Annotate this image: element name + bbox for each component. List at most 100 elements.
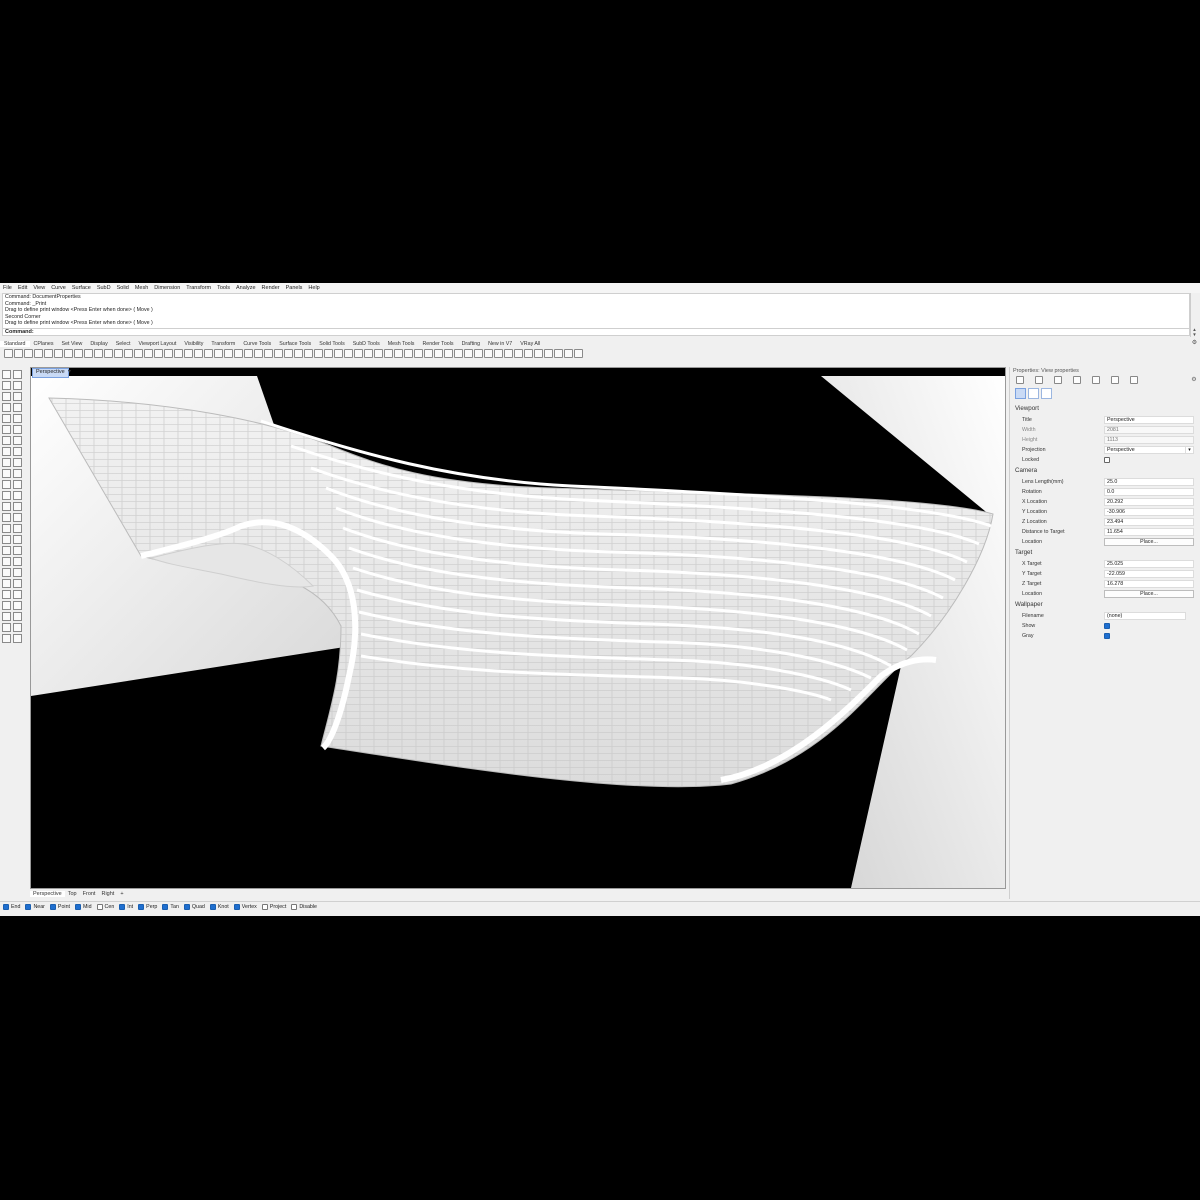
tab-standard[interactable]: Standard <box>0 340 30 347</box>
toolbar-tool-icon[interactable] <box>334 349 343 358</box>
toolbar-tool-icon[interactable] <box>4 349 13 358</box>
osnap-checkbox[interactable] <box>209 904 216 910</box>
osnap-disable[interactable]: Disable <box>291 904 317 910</box>
viewport-menu-icon[interactable]: ▾ <box>66 368 73 376</box>
tab-vray-all[interactable]: VRay All <box>516 341 544 347</box>
ztarget-field[interactable]: 16.278 <box>1104 579 1194 588</box>
left-tool-icon[interactable] <box>13 480 22 489</box>
toolbar-tool-icon[interactable] <box>184 349 193 358</box>
toolbar-tool-icon[interactable] <box>14 349 23 358</box>
menu-panels[interactable]: Panels <box>283 285 306 291</box>
zloc-field[interactable]: 23.494 <box>1104 517 1194 526</box>
toolbar-tool-icon[interactable] <box>124 349 133 358</box>
toolbar-tool-icon[interactable] <box>514 349 523 358</box>
toolbar-tool-icon[interactable] <box>554 349 563 358</box>
toolbar-tool-icon[interactable] <box>544 349 553 358</box>
toolbar-tool-icon[interactable] <box>274 349 283 358</box>
rendering-icon[interactable] <box>1111 376 1119 384</box>
tab-display[interactable]: Display <box>86 341 111 347</box>
toolbar-tool-icon[interactable] <box>104 349 113 358</box>
toolbar-tool-icon[interactable] <box>24 349 33 358</box>
menu-help[interactable]: Help <box>305 285 322 291</box>
toolbar-tool-icon[interactable] <box>364 349 373 358</box>
tab-transform[interactable]: Transform <box>207 341 239 347</box>
osnap-perp[interactable]: Perp <box>138 904 157 910</box>
left-tool-icon[interactable] <box>13 414 22 423</box>
toolbar-tool-icon[interactable] <box>354 349 363 358</box>
left-tool-icon[interactable] <box>2 634 11 643</box>
toolbar-tool-icon[interactable] <box>264 349 273 358</box>
menu-file[interactable]: File <box>0 285 15 291</box>
left-tool-icon[interactable] <box>13 491 22 500</box>
viewport-title-tab[interactable]: Perspective <box>32 368 69 378</box>
left-tool-icon[interactable] <box>2 623 11 632</box>
scroll-down-icon[interactable]: ▼ <box>1192 332 1197 337</box>
left-tool-icon[interactable] <box>2 469 11 478</box>
toolbar-tool-icon[interactable] <box>284 349 293 358</box>
toolbar-tool-icon[interactable] <box>54 349 63 358</box>
left-tool-icon[interactable] <box>2 447 11 456</box>
toolbar-tool-icon[interactable] <box>44 349 53 358</box>
tab-visibility[interactable]: Visibility <box>180 341 207 347</box>
perspective-viewport[interactable]: Perspective ▾ <box>30 367 1006 889</box>
properties-icon[interactable] <box>1016 376 1024 384</box>
menu-dimension[interactable]: Dimension <box>151 285 183 291</box>
toolbar-tool-icon[interactable] <box>204 349 213 358</box>
toolbar-tool-icon[interactable] <box>84 349 93 358</box>
panel-menu-icon[interactable]: ⚙ <box>1191 376 1197 384</box>
command-prompt[interactable]: Command: <box>2 328 1190 336</box>
osnap-tan[interactable]: Tan <box>162 904 179 910</box>
tab-cplanes[interactable]: CPlanes <box>30 341 58 347</box>
chevron-down-icon[interactable]: ▾ <box>1185 446 1193 453</box>
xloc-field[interactable]: 20.292 <box>1104 497 1194 506</box>
osnap-point[interactable]: Point <box>49 904 70 910</box>
menu-mesh[interactable]: Mesh <box>132 285 151 291</box>
toolbar-tool-icon[interactable] <box>464 349 473 358</box>
left-tool-icon[interactable] <box>2 414 11 423</box>
menu-render[interactable]: Render <box>259 285 283 291</box>
named-view-icon[interactable] <box>1028 388 1039 399</box>
title-field[interactable]: Perspective <box>1104 415 1194 424</box>
toolbar-tool-icon[interactable] <box>214 349 223 358</box>
viewport-tab-front[interactable]: Front <box>80 891 99 897</box>
toolbar-tool-icon[interactable] <box>384 349 393 358</box>
toolbar-tool-icon[interactable] <box>174 349 183 358</box>
left-tool-icon[interactable] <box>13 502 22 511</box>
filename-field[interactable]: (none)... <box>1104 611 1186 620</box>
left-tool-icon[interactable] <box>13 436 22 445</box>
left-tool-icon[interactable] <box>2 546 11 555</box>
toolbar-tool-icon[interactable] <box>424 349 433 358</box>
osnap-checkbox[interactable] <box>3 904 9 910</box>
toolbar-tool-icon[interactable] <box>144 349 153 358</box>
osnap-end[interactable]: End <box>3 904 20 910</box>
toolbar-tool-icon[interactable] <box>164 349 173 358</box>
left-tool-icon[interactable] <box>13 381 22 390</box>
osnap-checkbox[interactable] <box>25 904 32 910</box>
osnap-quad[interactable]: Quad <box>183 904 205 910</box>
left-tool-icon[interactable] <box>13 513 22 522</box>
command-scrollbar[interactable]: ▲ ▼ <box>1190 293 1198 337</box>
display-icon[interactable] <box>1054 376 1062 384</box>
left-tool-icon[interactable] <box>2 480 11 489</box>
toolbar-tool-icon[interactable] <box>294 349 303 358</box>
left-tool-icon[interactable] <box>2 502 11 511</box>
left-tool-icon[interactable] <box>2 425 11 434</box>
osnap-checkbox[interactable] <box>49 904 56 910</box>
left-tool-icon[interactable] <box>13 557 22 566</box>
tab-subd-tools[interactable]: SubD Tools <box>349 341 384 347</box>
viewport-tab-right[interactable]: Right <box>98 891 117 897</box>
tab-select[interactable]: Select <box>112 341 135 347</box>
left-tool-icon[interactable] <box>13 447 22 456</box>
toolbar-tool-icon[interactable] <box>234 349 243 358</box>
toolbar-tool-icon[interactable] <box>564 349 573 358</box>
viewport-icon[interactable] <box>1041 388 1052 399</box>
yloc-field[interactable]: -30.906 <box>1104 507 1194 516</box>
tab-viewport-layout[interactable]: Viewport Layout <box>134 341 180 347</box>
tab-new-in-v7[interactable]: New in V7 <box>484 341 516 347</box>
menu-solid[interactable]: Solid <box>114 285 132 291</box>
left-tool-icon[interactable] <box>2 612 11 621</box>
projection-select[interactable]: Perspective ▾ <box>1104 445 1194 454</box>
toolbar-tool-icon[interactable] <box>94 349 103 358</box>
left-tool-icon[interactable] <box>13 524 22 533</box>
tab-drafting[interactable]: Drafting <box>458 341 485 347</box>
